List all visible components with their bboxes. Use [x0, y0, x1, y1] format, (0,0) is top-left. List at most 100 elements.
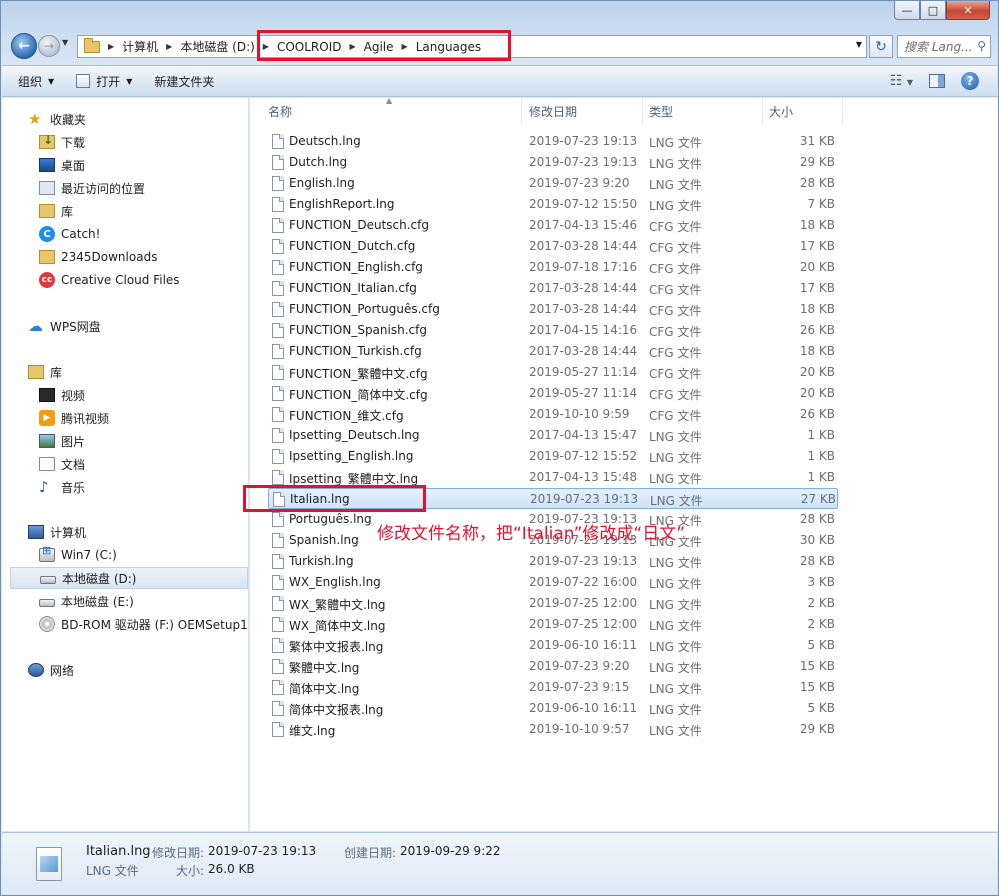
- file-row[interactable]: FUNCTION_Spanish.cfg 2017-04-15 14:16 CFG …: [268, 320, 838, 341]
- nav-2345downloads[interactable]: 2345Downloads: [39, 246, 157, 268]
- preview-pane-button[interactable]: [929, 74, 945, 88]
- file-row[interactable]: WX_繁體中文.lng 2019-07-25 12:00 LNG 文件 2 KB: [268, 593, 838, 614]
- breadcrumb-label: Agile: [363, 39, 394, 54]
- organize-button[interactable]: 组织 ▼: [18, 73, 54, 90]
- chevron-down-icon: ▼: [906, 78, 913, 87]
- search-input[interactable]: 搜索 Lang... ⚲: [897, 35, 991, 58]
- file-row[interactable]: FUNCTION_繁體中文.cfg 2019-05-27 11:14 CFG 文件 2…: [268, 362, 838, 383]
- file-row[interactable]: 简体中文.lng 2019-07-23 9:15 LNG 文件 15 KB: [268, 677, 838, 698]
- file-row[interactable]: English.lng 2019-07-23 9:20 LNG 文件 28 KB: [268, 173, 838, 194]
- nav-drive-d[interactable]: 本地磁盘 (D:): [10, 567, 248, 589]
- column-header-name[interactable]: 名称: [262, 98, 522, 124]
- nav-libraries[interactable]: 库: [28, 361, 62, 383]
- breadcrumb-agile[interactable]: Agile ▶: [364, 40, 408, 54]
- file-row[interactable]: 繁體中文.lng 2019-07-23 9:20 LNG 文件 15 KB: [268, 656, 838, 677]
- nav-favorites[interactable]: ★ 收藏夹: [28, 108, 86, 130]
- nav-computer[interactable]: 计算机: [28, 521, 86, 543]
- nav-recent-places[interactable]: 最近访问的位置: [39, 177, 145, 199]
- file-row[interactable]: FUNCTION_English.cfg 2019-07-18 17:16 CFG …: [268, 257, 838, 278]
- chevron-right-icon: ▶: [262, 42, 269, 51]
- address-row: ← → ▼ ▶ 计算机 ▶ 本地磁盘 (D:) ▶ COOLROID ▶ Agile ▶…: [11, 32, 991, 60]
- file-type: CFG 文件: [649, 367, 702, 381]
- navigation-pane[interactable]: ★ 收藏夹 下载 桌面 最近访问的位置 库 C Catch! 2345Downloa…: [2, 98, 249, 831]
- file-list-pane[interactable]: ▲ 名称 修改日期 类型 大小 Deutsch.lng 2019-07-23 19…: [250, 98, 998, 831]
- file-row[interactable]: Turkish.lng 2019-07-23 19:13 LNG 文件 28 KB: [268, 551, 838, 572]
- file-modified-date: 2019-07-23 9:20: [529, 659, 630, 673]
- file-row[interactable]: Ipsetting_English.lng 2019-07-12 15:52 LNG…: [268, 446, 838, 467]
- file-row[interactable]: FUNCTION_Deutsch.cfg 2017-04-13 15:46 CFG …: [268, 215, 838, 236]
- nav-documents[interactable]: 文档: [39, 453, 85, 475]
- nav-videos[interactable]: 视频: [39, 384, 85, 406]
- recent-pages-dropdown[interactable]: ▼: [62, 38, 68, 47]
- search-placeholder: 搜索 Lang...: [904, 40, 973, 54]
- nav-fav-library[interactable]: 库: [39, 200, 73, 222]
- nav-drive-e[interactable]: 本地磁盘 (E:): [39, 590, 134, 612]
- file-row[interactable]: EnglishReport.lng 2019-07-12 15:50 LNG 文件 7…: [268, 194, 838, 215]
- nav-label: WPS网盘: [50, 319, 101, 334]
- nav-catch[interactable]: C Catch!: [39, 223, 100, 245]
- details-file-name: Italian.lng: [86, 844, 151, 859]
- nav-pictures[interactable]: 图片: [39, 430, 85, 452]
- details-modified-value: 2019-07-23 19:13: [208, 844, 317, 858]
- file-row[interactable]: Deutsch.lng 2019-07-23 19:13 LNG 文件 31 KB: [268, 131, 838, 152]
- file-size: 26 KB: [799, 407, 835, 421]
- breadcrumb-coolroid[interactable]: COOLROID ▶: [277, 40, 356, 54]
- open-button[interactable]: 打开 ▼: [76, 73, 132, 90]
- file-modified-date: 2017-04-15 14:16: [529, 323, 638, 337]
- nav-desktop[interactable]: 桌面: [39, 154, 85, 176]
- nav-label: Win7 (C:): [61, 548, 117, 562]
- file-row[interactable]: WX_简体中文.lng 2019-07-25 12:00 LNG 文件 2 KB: [268, 614, 838, 635]
- change-view-button[interactable]: ☷ ▼: [890, 73, 913, 89]
- file-row[interactable]: Ipsetting_Deutsch.lng 2017-04-13 15:47 LNG…: [268, 425, 838, 446]
- nav-drive-c[interactable]: Win7 (C:): [39, 544, 117, 566]
- file-row[interactable]: 维文.lng 2019-10-10 9:57 LNG 文件 29 KB: [268, 719, 838, 740]
- details-size-label: 大小:: [176, 864, 205, 878]
- nav-creative-cloud[interactable]: cc Creative Cloud Files: [39, 269, 180, 291]
- close-button[interactable]: ✕: [946, 1, 990, 20]
- breadcrumb-drive-d[interactable]: 本地磁盘 (D:) ▶: [180, 38, 269, 55]
- file-row[interactable]: FUNCTION_Italian.cfg 2017-03-28 14:44 CFG …: [268, 278, 838, 299]
- caption-buttons: — □ ✕: [894, 1, 990, 20]
- creative-cloud-icon: cc: [39, 272, 55, 288]
- new-folder-button[interactable]: 新建文件夹: [154, 73, 214, 90]
- nav-label: 文档: [61, 457, 86, 472]
- forward-button[interactable]: →: [38, 35, 60, 57]
- file-row[interactable]: WX_English.lng 2019-07-22 16:00 LNG 文件 3 KB: [268, 572, 838, 593]
- column-header-date[interactable]: 修改日期: [523, 98, 643, 124]
- nav-tencent-video[interactable]: ▶ 腾讯视频: [39, 407, 109, 429]
- breadcrumb-languages[interactable]: Languages: [416, 40, 481, 54]
- file-modified-date: 2019-07-23 19:13: [529, 155, 638, 169]
- file-row[interactable]: FUNCTION_Dutch.cfg 2017-03-28 14:44 CFG 文件…: [268, 236, 838, 257]
- help-button[interactable]: ?: [961, 72, 979, 90]
- file-row[interactable]: 简体中文报表.lng 2019-06-10 16:11 LNG 文件 5 KB: [268, 698, 838, 719]
- nav-network[interactable]: 网络: [28, 659, 74, 681]
- nav-wps-cloud[interactable]: ☁ WPS网盘: [28, 315, 101, 337]
- maximize-button[interactable]: □: [920, 1, 946, 20]
- back-button[interactable]: ←: [11, 33, 37, 59]
- file-row[interactable]: FUNCTION_Português.cfg 2017-03-28 14:44 CF…: [268, 299, 838, 320]
- library-icon: [39, 204, 55, 218]
- column-header-size[interactable]: 大小: [763, 98, 843, 124]
- file-row[interactable]: Italian.lng 2019-07-23 19:13 LNG 文件 27 KB: [268, 488, 838, 509]
- nav-drive-f[interactable]: BD-ROM 驱动器 (F:) OEMSetup19: [39, 613, 248, 635]
- file-row[interactable]: Ipsetting_繁體中文.lng 2017-04-13 15:48 LNG 文件…: [268, 467, 838, 488]
- file-row[interactable]: FUNCTION_Turkish.cfg 2017-03-28 14:44 CFG …: [268, 341, 838, 362]
- file-row[interactable]: Dutch.lng 2019-07-23 19:13 LNG 文件 29 KB: [268, 152, 838, 173]
- file-row[interactable]: FUNCTION_维文.cfg 2019-10-10 9:59 CFG 文件 26 K…: [268, 404, 838, 425]
- file-icon: [272, 281, 284, 296]
- address-bar[interactable]: ▶ 计算机 ▶ 本地磁盘 (D:) ▶ COOLROID ▶ Agile ▶ Langu…: [77, 35, 867, 58]
- address-history-dropdown[interactable]: ▼: [856, 40, 862, 49]
- breadcrumb-root[interactable]: ▶: [84, 37, 114, 53]
- file-row[interactable]: 繁体中文报表.lng 2019-06-10 16:11 LNG 文件 5 KB: [268, 635, 838, 656]
- nav-downloads[interactable]: 下载: [39, 131, 85, 153]
- minimize-button[interactable]: —: [894, 1, 920, 20]
- nav-music[interactable]: ♪ 音乐: [39, 476, 85, 498]
- downloads-folder-icon: [39, 133, 55, 149]
- breadcrumb-computer[interactable]: 计算机 ▶: [122, 38, 172, 55]
- file-row[interactable]: FUNCTION_简体中文.cfg 2019-05-27 11:14 CFG 文件 2…: [268, 383, 838, 404]
- file-name: FUNCTION_简体中文.cfg: [289, 388, 428, 402]
- column-header-type[interactable]: 类型: [643, 98, 763, 124]
- document-icon: [39, 457, 55, 471]
- refresh-button[interactable]: ↻: [869, 35, 893, 58]
- recent-places-icon: [39, 181, 55, 195]
